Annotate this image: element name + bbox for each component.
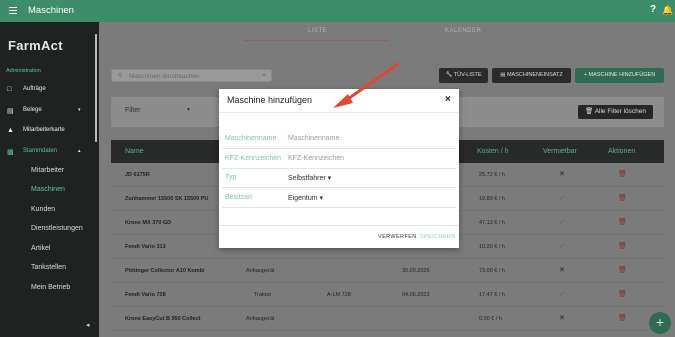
chevron-down-icon[interactable]: ▼ xyxy=(186,107,191,113)
ownership-select[interactable]: Besitzart Eigentum ▾ xyxy=(222,188,456,208)
sidebar-section-label: Administration xyxy=(6,68,41,74)
delete-icon[interactable]: 🗑 xyxy=(618,218,627,226)
rentable-check-icon: ✓ xyxy=(559,291,565,298)
help-icon[interactable]: ? xyxy=(650,4,656,15)
column-header-name[interactable]: Name xyxy=(125,148,144,155)
sidebar-scrollbar[interactable] xyxy=(95,34,97,142)
page-title: Maschinen xyxy=(28,5,74,16)
active-tab-indicator xyxy=(244,40,389,41)
sidebar-subitem-tankstellen[interactable]: Tankstellen xyxy=(31,264,66,271)
sidebar-item-stammdaten[interactable]: ▩ Stammdaten ▴ xyxy=(0,144,95,160)
dialog-title: Maschine hinzufügen xyxy=(227,95,313,105)
not-rentable-icon: ✕ xyxy=(559,267,565,274)
tab-kalender[interactable]: KALENDER xyxy=(445,28,481,34)
column-header-cost[interactable]: Kosten / h xyxy=(477,148,509,155)
tab-liste[interactable]: LISTE xyxy=(308,28,327,34)
chevron-up-icon: ▴ xyxy=(78,148,81,154)
column-header-actions: Aktionen xyxy=(608,148,636,155)
sidebar-subitem-kunden[interactable]: Kunden xyxy=(31,206,55,213)
sidebar-item-auftraege[interactable]: □ Aufträge xyxy=(0,82,95,98)
add-fab-button[interactable]: + xyxy=(649,312,671,334)
top-app-bar: Maschinen ? 🔔 xyxy=(0,0,675,22)
divider xyxy=(219,112,459,113)
rentable-check-icon: ✓ xyxy=(559,243,565,250)
machine-usage-button[interactable]: ▤ MASCHINENEINSATZ xyxy=(492,68,571,83)
menu-icon[interactable] xyxy=(9,7,17,14)
delete-icon[interactable]: 🗑 xyxy=(618,170,627,178)
chart-icon: ▩ xyxy=(7,149,14,156)
column-header-rentable[interactable]: Vermietbar xyxy=(543,148,577,155)
map-icon: ▲ xyxy=(7,127,14,134)
bell-icon[interactable]: 🔔 xyxy=(662,5,673,16)
sidebar-subitem-dienstleistungen[interactable]: Dienstleistungen xyxy=(31,225,83,232)
not-rentable-icon: ✕ xyxy=(559,171,565,178)
app-logo: FarmAct xyxy=(8,38,63,53)
delete-icon[interactable]: 🗑 xyxy=(618,314,627,322)
sidebar: FarmAct Administration □ Aufträge ▤ Bele… xyxy=(0,22,99,337)
search-input[interactable]: ⚲ Maschinen durchsuchen × xyxy=(111,69,272,82)
not-rentable-icon: ✕ xyxy=(559,315,565,322)
delete-icon[interactable]: 🗑 xyxy=(618,290,627,298)
type-select[interactable]: Typ Selbstfahrer ▾ xyxy=(222,168,456,188)
sidebar-subitem-mein-betrieb[interactable]: Mein Betrieb xyxy=(31,284,70,291)
table-row[interactable]: Fendt Vario 728 Traktor A-LM 728 04.06.2… xyxy=(111,283,664,307)
delete-icon[interactable]: 🗑 xyxy=(618,266,627,274)
clear-search-icon[interactable]: × xyxy=(262,72,266,79)
rentable-check-icon: ✓ xyxy=(559,195,565,202)
clipboard-icon: □ xyxy=(7,86,12,93)
chevron-down-icon: ▾ xyxy=(78,107,81,113)
delete-icon[interactable]: 🗑 xyxy=(618,194,627,202)
table-row[interactable]: Pöttinger Collector A10 Kombi Anbaugerät… xyxy=(111,259,664,283)
collapse-sidebar-icon[interactable]: ◂ xyxy=(86,321,90,329)
sidebar-subitem-mitarbeiter[interactable]: Mitarbeiter xyxy=(31,167,64,174)
add-machine-dialog: Maschine hinzufügen × Maschinenname Masc… xyxy=(219,89,459,248)
filter-label[interactable]: Filter xyxy=(125,107,141,114)
license-plate-field[interactable]: KFZ-Kennzeichen KFZ-Kennzeichen xyxy=(222,149,456,169)
table-row[interactable]: Krone EasyCut B 950 Collect Anbaugerät 0… xyxy=(111,307,664,331)
document-icon: ▤ xyxy=(7,108,14,115)
divider xyxy=(219,225,459,226)
sidebar-subitem-maschinen[interactable]: Maschinen xyxy=(31,186,65,193)
sidebar-item-mitarbeiterkarte[interactable]: ▲ Mitarbeiterkarte xyxy=(0,123,95,139)
add-machine-button[interactable]: + MASCHINE HINZUFÜGEN xyxy=(575,68,664,83)
sidebar-subitem-artikel[interactable]: Artikel xyxy=(31,245,50,252)
search-icon: ⚲ xyxy=(118,73,123,79)
rentable-check-icon: ✓ xyxy=(559,219,565,226)
save-button[interactable]: SPEICHERN xyxy=(420,234,456,240)
clear-filters-button[interactable]: 🗑 Alle Filter löschen xyxy=(578,105,653,119)
close-icon[interactable]: × xyxy=(445,94,451,105)
discard-button[interactable]: VERWERFEN xyxy=(378,234,417,240)
sidebar-item-belege[interactable]: ▤ Belege ▾ xyxy=(0,103,95,119)
tuev-list-button[interactable]: 🔧 TÜV-LISTE xyxy=(439,68,488,83)
view-tabs: LISTE KALENDER xyxy=(99,22,675,44)
machine-name-field[interactable]: Maschinenname Maschinenname xyxy=(222,129,456,149)
delete-icon[interactable]: 🗑 xyxy=(618,242,627,250)
